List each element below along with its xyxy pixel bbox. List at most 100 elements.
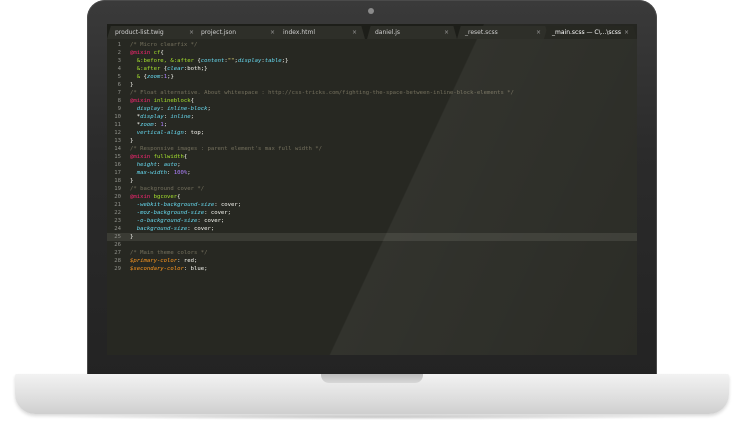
- code-token: -webkit-background-size: [130, 202, 215, 208]
- line-number: 26: [114, 242, 121, 248]
- code-token: max-width: [130, 170, 168, 176]
- line-number: 29: [114, 266, 121, 272]
- code-area[interactable]: 1/* Micro clearfix */2 @mixin cf{3 &:befo…: [107, 41, 637, 273]
- tab-label: daniel.js: [375, 29, 401, 36]
- code-line: 22 -moz-background-size: cover;: [107, 209, 637, 217]
- tab-label: _reset.scss: [465, 29, 498, 36]
- line-number: 3: [117, 58, 121, 64]
- code-token: ;}: [167, 74, 174, 80]
- line-source: height: auto;: [130, 161, 181, 169]
- code-line: 25}: [107, 233, 637, 241]
- line-source: vertical-align: top;: [130, 129, 204, 137]
- line-number: 13: [114, 138, 121, 144]
- line-number: 10: [114, 114, 121, 120]
- code-token: /* Responsive images : parent element's …: [130, 146, 322, 152]
- code-token: : red;: [177, 258, 198, 264]
- camera-icon: [368, 8, 374, 14]
- line-source: @mixin cf{: [130, 49, 164, 57]
- code-token: }: [130, 138, 134, 144]
- line-source: }: [130, 137, 133, 145]
- tab-close-icon[interactable]: ×: [444, 26, 449, 39]
- code-token: fullwidth: [150, 154, 184, 160]
- code-token: *: [130, 114, 141, 120]
- code-token: @mixin: [130, 50, 151, 56]
- code-token: table: [264, 58, 282, 64]
- line-source: }: [130, 233, 133, 241]
- code-line: 17 max-width: 100%;: [107, 169, 637, 177]
- code-token: $secondary-color: [130, 266, 184, 272]
- line-source: & {zoom:1;}: [130, 73, 174, 81]
- tab-1[interactable]: product-list.twig ×: [107, 26, 202, 39]
- line-source: *display: inline;: [130, 113, 194, 121]
- code-token: inline-block: [167, 106, 208, 112]
- line-source: /* Responsive images : parent element's …: [130, 145, 322, 153]
- line-source: /* Float alternative. About whitespace :…: [130, 89, 514, 97]
- code-line: 9 display: inline-block;: [107, 105, 637, 113]
- code-token: ;: [207, 106, 211, 112]
- line-number: 23: [114, 218, 121, 224]
- line-source: @mixin inlineblock{: [130, 97, 194, 105]
- tab-bar: product-list.twig × project.json × index.htm…: [107, 24, 637, 39]
- code-token: :both;}: [183, 66, 208, 72]
- code-token: ;: [190, 114, 195, 120]
- code-token: zoom: [140, 122, 154, 128]
- tab-label: project.json: [201, 29, 236, 36]
- code-token: bgcover: [150, 194, 178, 200]
- line-number: 19: [114, 186, 121, 192]
- code-token: inlineblock: [150, 98, 191, 104]
- tab-close-icon[interactable]: ×: [536, 26, 541, 39]
- tab-close-icon[interactable]: ×: [270, 26, 275, 39]
- code-line: 19 /* background cover */: [107, 185, 637, 193]
- code-token: : cover;: [187, 226, 215, 232]
- line-number: 16: [114, 162, 121, 168]
- tab-close-icon[interactable]: ×: [189, 26, 194, 39]
- code-token: content: [200, 58, 225, 64]
- tab-3[interactable]: index.html ×: [275, 26, 365, 39]
- line-source: /* Main theme colors */: [130, 249, 207, 257]
- line-number: 5: [117, 74, 121, 80]
- code-token: ;: [187, 170, 191, 176]
- code-line: 26: [107, 241, 637, 249]
- code-token: /* Micro clearfix */: [130, 42, 198, 48]
- tab-label: product-list.twig: [115, 29, 164, 36]
- line-number: 22: [114, 210, 121, 216]
- line-number: 18: [114, 178, 121, 184]
- line-number: 7: [117, 90, 121, 96]
- code-token: background-size: [130, 226, 188, 232]
- lid-opening-notch: [321, 374, 423, 383]
- code-token: /* Float alternative. About whitespace :…: [130, 90, 514, 96]
- line-source: background-size: cover;: [130, 225, 214, 233]
- line-number: 14: [114, 146, 121, 152]
- tab-close-icon[interactable]: ×: [624, 26, 629, 39]
- code-token: zoom: [146, 74, 161, 80]
- tab-6[interactable]: _main.scss — C\...\scss ×: [544, 26, 637, 39]
- line-number: 20: [114, 194, 121, 200]
- code-token: &: [130, 74, 144, 80]
- tab-2[interactable]: project.json ×: [193, 26, 283, 39]
- code-token: vertical-align: [130, 130, 184, 136]
- code-token: ;: [163, 122, 168, 128]
- tab-4[interactable]: daniel.js ×: [367, 26, 457, 39]
- line-source: }: [130, 177, 133, 185]
- code-line: 16 height: auto;: [107, 161, 637, 169]
- code-token: clear: [167, 66, 184, 72]
- code-line: 8 @mixin inlineblock{: [107, 97, 637, 105]
- code-token: cf: [150, 50, 161, 56]
- tab-5[interactable]: _reset.scss ×: [457, 26, 549, 39]
- code-token: display: [140, 114, 164, 120]
- line-number: 25: [114, 234, 121, 240]
- line-source: -moz-background-size: cover;: [130, 209, 231, 217]
- editor-screen: product-list.twig × project.json × index.htm…: [107, 24, 637, 355]
- line-number: 12: [114, 130, 121, 136]
- code-token: &:after: [130, 66, 164, 72]
- line-source: /* Micro clearfix */: [130, 41, 197, 49]
- code-token: {: [190, 98, 195, 104]
- code-token: {: [160, 50, 164, 56]
- line-number: 17: [114, 170, 121, 176]
- tab-close-icon[interactable]: ×: [352, 26, 357, 39]
- code-token: }: [130, 82, 134, 88]
- code-token: {: [183, 154, 188, 160]
- code-line: 13}: [107, 137, 637, 145]
- code-token: : cover;: [214, 202, 242, 208]
- code-token: : cover;: [204, 210, 232, 216]
